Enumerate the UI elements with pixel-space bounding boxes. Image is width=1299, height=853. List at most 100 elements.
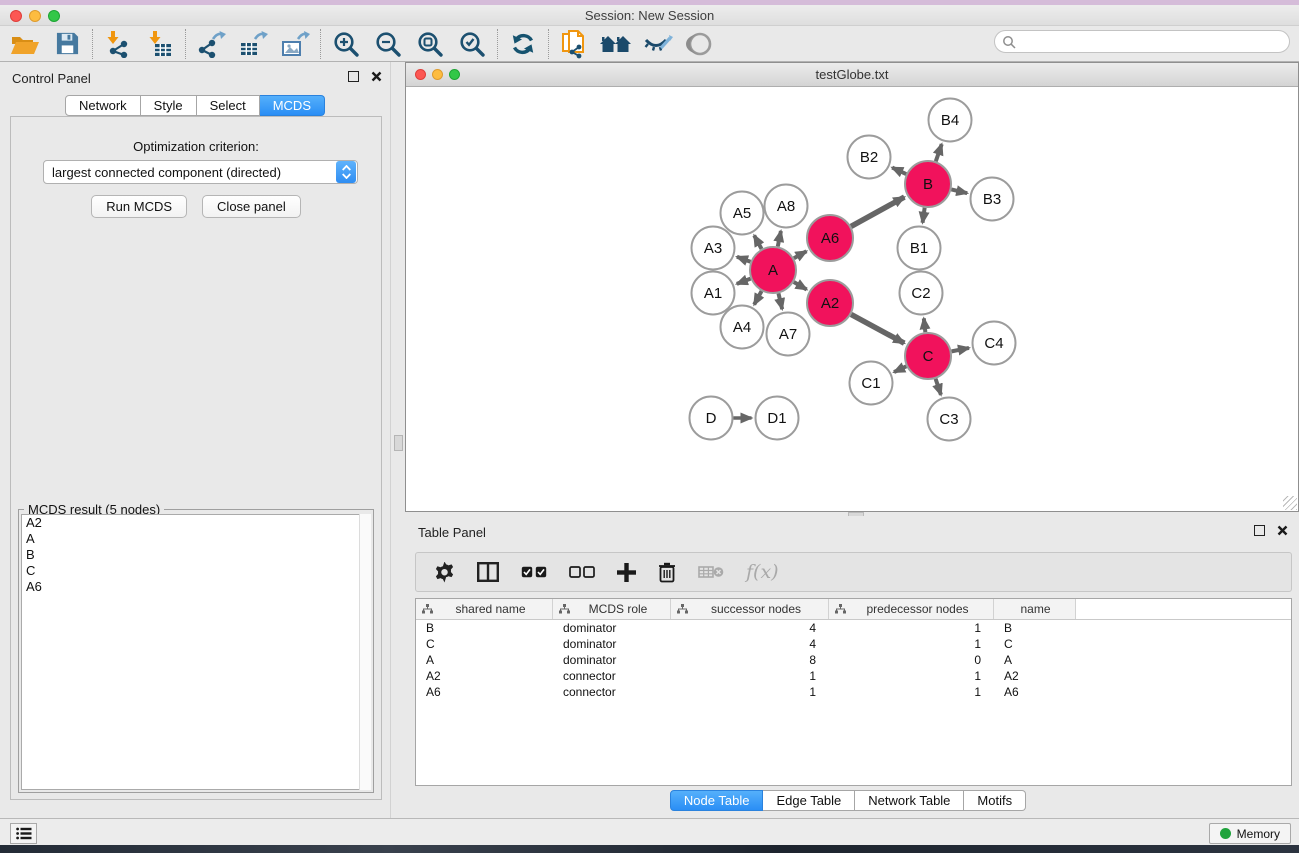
tab-motifs[interactable]: Motifs bbox=[964, 790, 1026, 811]
node-A7[interactable]: A7 bbox=[767, 313, 810, 356]
node-A1[interactable]: A1 bbox=[692, 272, 735, 315]
edge-C-C4[interactable] bbox=[952, 348, 969, 351]
edge-B-B4[interactable] bbox=[936, 144, 942, 161]
refresh-icon[interactable] bbox=[502, 28, 544, 60]
node-A5[interactable]: A5 bbox=[721, 192, 764, 235]
edge-A-A7[interactable] bbox=[778, 293, 782, 309]
split-panel-icon[interactable] bbox=[477, 562, 499, 582]
node-A[interactable]: A bbox=[750, 247, 796, 293]
tab-network[interactable]: Network bbox=[65, 95, 141, 116]
zoom-in-icon[interactable] bbox=[325, 28, 367, 60]
tab-select[interactable]: Select bbox=[197, 95, 260, 116]
node-A3[interactable]: A3 bbox=[692, 227, 735, 270]
export-image-icon[interactable] bbox=[274, 28, 316, 60]
export-table-icon[interactable] bbox=[232, 28, 274, 60]
node-B[interactable]: B bbox=[905, 161, 951, 207]
edge-B-B3[interactable] bbox=[951, 189, 967, 193]
network-canvas[interactable]: A A1 A2 A3 A4 A5 A6 A7 A8 B B1 B2 B3 B4 C C1 C2 C3C4 D D1 bbox=[407, 87, 1298, 511]
result-item[interactable]: A2 bbox=[22, 515, 370, 531]
edge-A-A8[interactable] bbox=[778, 231, 781, 246]
open-file-icon[interactable] bbox=[4, 28, 46, 60]
node-A4[interactable]: A4 bbox=[721, 306, 764, 349]
edge-A-A5[interactable] bbox=[754, 235, 761, 249]
tab-edge-table[interactable]: Edge Table bbox=[763, 790, 855, 811]
node-D[interactable]: D bbox=[690, 397, 733, 440]
node-C3[interactable]: C3 bbox=[928, 398, 971, 441]
edge-B-B2[interactable] bbox=[892, 168, 906, 174]
table-row[interactable]: Adominator80A bbox=[416, 652, 1291, 668]
memory-button[interactable]: Memory bbox=[1209, 823, 1291, 844]
window-resize-grip-icon[interactable] bbox=[1283, 496, 1297, 510]
edge-B-B1[interactable] bbox=[923, 208, 925, 223]
search-box[interactable] bbox=[994, 30, 1290, 53]
function-builder-icon[interactable]: f(x) bbox=[746, 561, 779, 583]
edge-C-C3[interactable] bbox=[936, 379, 941, 395]
tab-style[interactable]: Style bbox=[141, 95, 197, 116]
table-row[interactable]: Bdominator41B bbox=[416, 620, 1291, 636]
node-A6[interactable]: A6 bbox=[807, 215, 853, 261]
table-row[interactable]: Cdominator41C bbox=[416, 636, 1291, 652]
edge-A-A4[interactable] bbox=[754, 291, 761, 305]
node-C4[interactable]: C4 bbox=[973, 322, 1016, 365]
edge-A-A2[interactable] bbox=[794, 282, 807, 289]
node-D1[interactable]: D1 bbox=[756, 397, 799, 440]
result-item[interactable]: B bbox=[22, 547, 370, 563]
zoom-selected-icon[interactable] bbox=[451, 28, 493, 60]
export-network-icon[interactable] bbox=[190, 28, 232, 60]
show-graphics-details-icon[interactable] bbox=[679, 28, 721, 60]
import-table-icon[interactable] bbox=[139, 28, 181, 60]
table-row[interactable]: A2connector11A2 bbox=[416, 668, 1291, 684]
zoom-fit-icon[interactable] bbox=[409, 28, 451, 60]
table-close-panel-icon[interactable] bbox=[1277, 525, 1288, 536]
tab-node-table[interactable]: Node Table bbox=[670, 790, 764, 811]
column-header-shared-name[interactable]: shared name bbox=[416, 599, 553, 619]
run-mcds-button[interactable]: Run MCDS bbox=[91, 195, 187, 218]
tab-network-table[interactable]: Network Table bbox=[855, 790, 964, 811]
mcds-result-list[interactable]: A2ABCA6 bbox=[21, 514, 371, 790]
add-column-icon[interactable] bbox=[617, 563, 636, 582]
edge-C-C1[interactable] bbox=[894, 366, 906, 372]
select-all-icon[interactable] bbox=[521, 566, 547, 578]
edge-C-C2[interactable] bbox=[924, 318, 926, 332]
delete-table-icon[interactable] bbox=[698, 564, 724, 580]
node-C2[interactable]: C2 bbox=[900, 272, 943, 315]
column-header-MCDS-role[interactable]: MCDS role bbox=[553, 599, 671, 619]
node-A2[interactable]: A2 bbox=[807, 280, 853, 326]
first-neighbors-icon[interactable] bbox=[595, 28, 637, 60]
hide-selection-icon[interactable] bbox=[637, 28, 679, 60]
table-settings-icon[interactable] bbox=[434, 562, 455, 583]
mcds-result-scrollbar[interactable] bbox=[359, 514, 371, 790]
tab-mcds[interactable]: MCDS bbox=[260, 95, 325, 116]
node-B3[interactable]: B3 bbox=[971, 178, 1014, 221]
node-C[interactable]: C bbox=[905, 333, 951, 379]
column-header-successor-nodes[interactable]: successor nodes bbox=[671, 599, 829, 619]
node-B1[interactable]: B1 bbox=[898, 227, 941, 270]
zoom-out-icon[interactable] bbox=[367, 28, 409, 60]
save-session-icon[interactable] bbox=[46, 28, 88, 60]
optimization-criterion-select[interactable]: largest connected component (directed) bbox=[43, 160, 358, 184]
close-panel-icon[interactable] bbox=[371, 71, 382, 82]
edge-A2-C[interactable] bbox=[851, 314, 904, 343]
close-panel-button[interactable]: Close panel bbox=[202, 195, 301, 218]
column-header-name[interactable]: name bbox=[994, 599, 1076, 619]
network-window-titlebar[interactable]: testGlobe.txt bbox=[406, 63, 1298, 87]
split-collapse-handle[interactable] bbox=[394, 435, 403, 451]
task-history-button[interactable] bbox=[10, 823, 37, 844]
import-network-icon[interactable] bbox=[97, 28, 139, 60]
edge-A-A3[interactable] bbox=[737, 257, 751, 262]
edge-A-A1[interactable] bbox=[737, 279, 751, 284]
node-C1[interactable]: C1 bbox=[850, 362, 893, 405]
float-panel-icon[interactable] bbox=[348, 71, 359, 82]
deselect-all-icon[interactable] bbox=[569, 566, 595, 578]
node-B2[interactable]: B2 bbox=[848, 136, 891, 179]
result-item[interactable]: A bbox=[22, 531, 370, 547]
result-item[interactable]: A6 bbox=[22, 579, 370, 595]
delete-column-icon[interactable] bbox=[658, 562, 676, 583]
edge-A-A6[interactable] bbox=[794, 251, 807, 258]
search-input[interactable] bbox=[1016, 33, 1289, 51]
node-A8[interactable]: A8 bbox=[765, 185, 808, 228]
new-network-from-selection-icon[interactable] bbox=[553, 28, 595, 60]
node-B4[interactable]: B4 bbox=[929, 99, 972, 142]
edge-A6-B[interactable] bbox=[851, 197, 904, 226]
result-item[interactable]: C bbox=[22, 563, 370, 579]
